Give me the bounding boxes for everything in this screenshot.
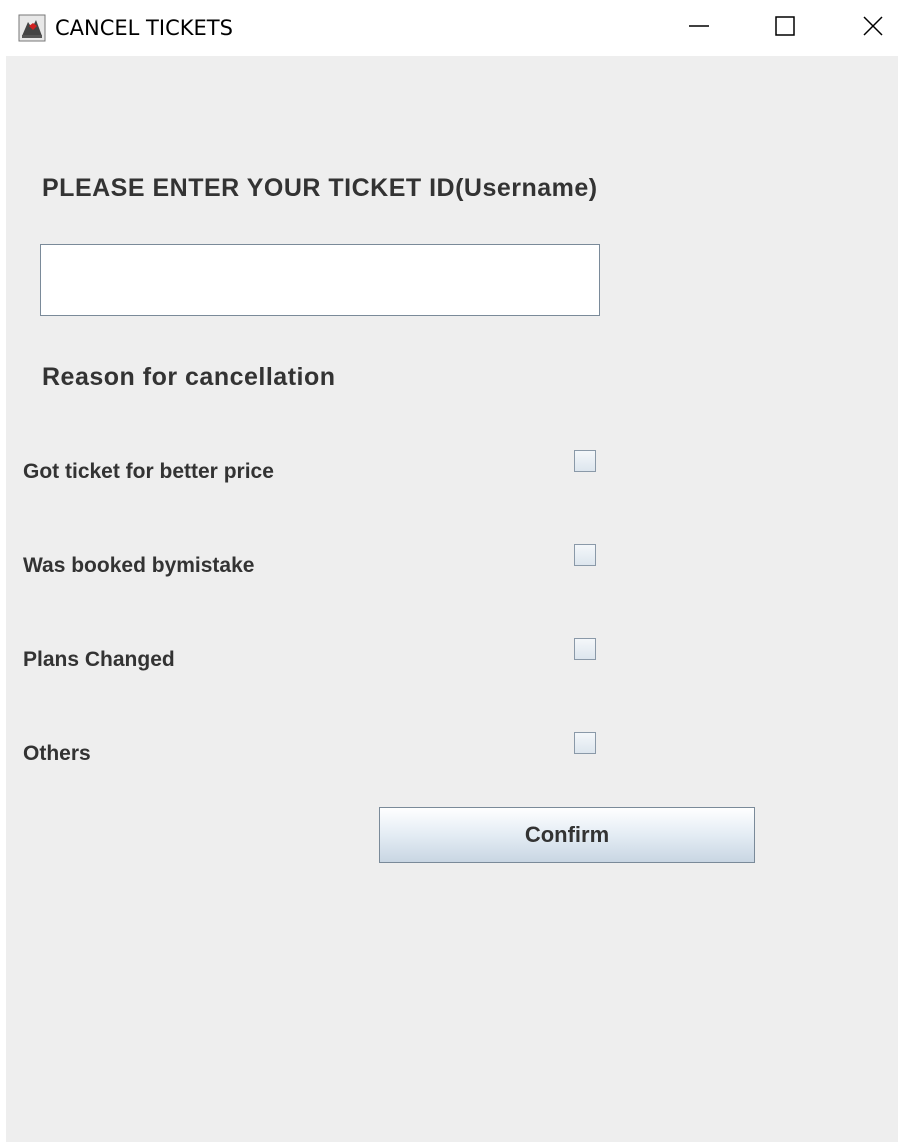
reason-checkbox-plans-changed[interactable] [574, 638, 596, 660]
close-button[interactable] [842, 0, 898, 56]
reason-label-plans-changed: Plans Changed [23, 648, 175, 671]
app-window: CANCEL TICKETS PLEASE ENTER YOUR TICKET … [0, 0, 898, 1145]
minimize-icon [688, 15, 710, 42]
ticket-id-heading: PLEASE ENTER YOUR TICKET ID(Username) [42, 174, 598, 202]
maximize-icon [774, 15, 796, 42]
window-title: CANCEL TICKETS [55, 16, 233, 40]
java-app-icon [18, 14, 46, 42]
reason-checkbox-better-price[interactable] [574, 450, 596, 472]
confirm-button[interactable]: Confirm [379, 807, 755, 863]
reason-heading: Reason for cancellation [42, 363, 336, 391]
reason-checkbox-others[interactable] [574, 732, 596, 754]
reason-label-better-price: Got ticket for better price [23, 460, 274, 483]
minimize-button[interactable] [668, 0, 730, 56]
close-icon [862, 15, 884, 42]
reason-checkbox-booked-by-mistake[interactable] [574, 544, 596, 566]
title-bar[interactable]: CANCEL TICKETS [0, 0, 898, 56]
content-panel: PLEASE ENTER YOUR TICKET ID(Username) Re… [6, 56, 898, 1142]
reason-label-booked-by-mistake: Was booked bymistake [23, 554, 255, 577]
reason-label-others: Others [23, 742, 91, 765]
maximize-button[interactable] [754, 0, 816, 56]
ticket-id-input[interactable] [40, 244, 600, 316]
